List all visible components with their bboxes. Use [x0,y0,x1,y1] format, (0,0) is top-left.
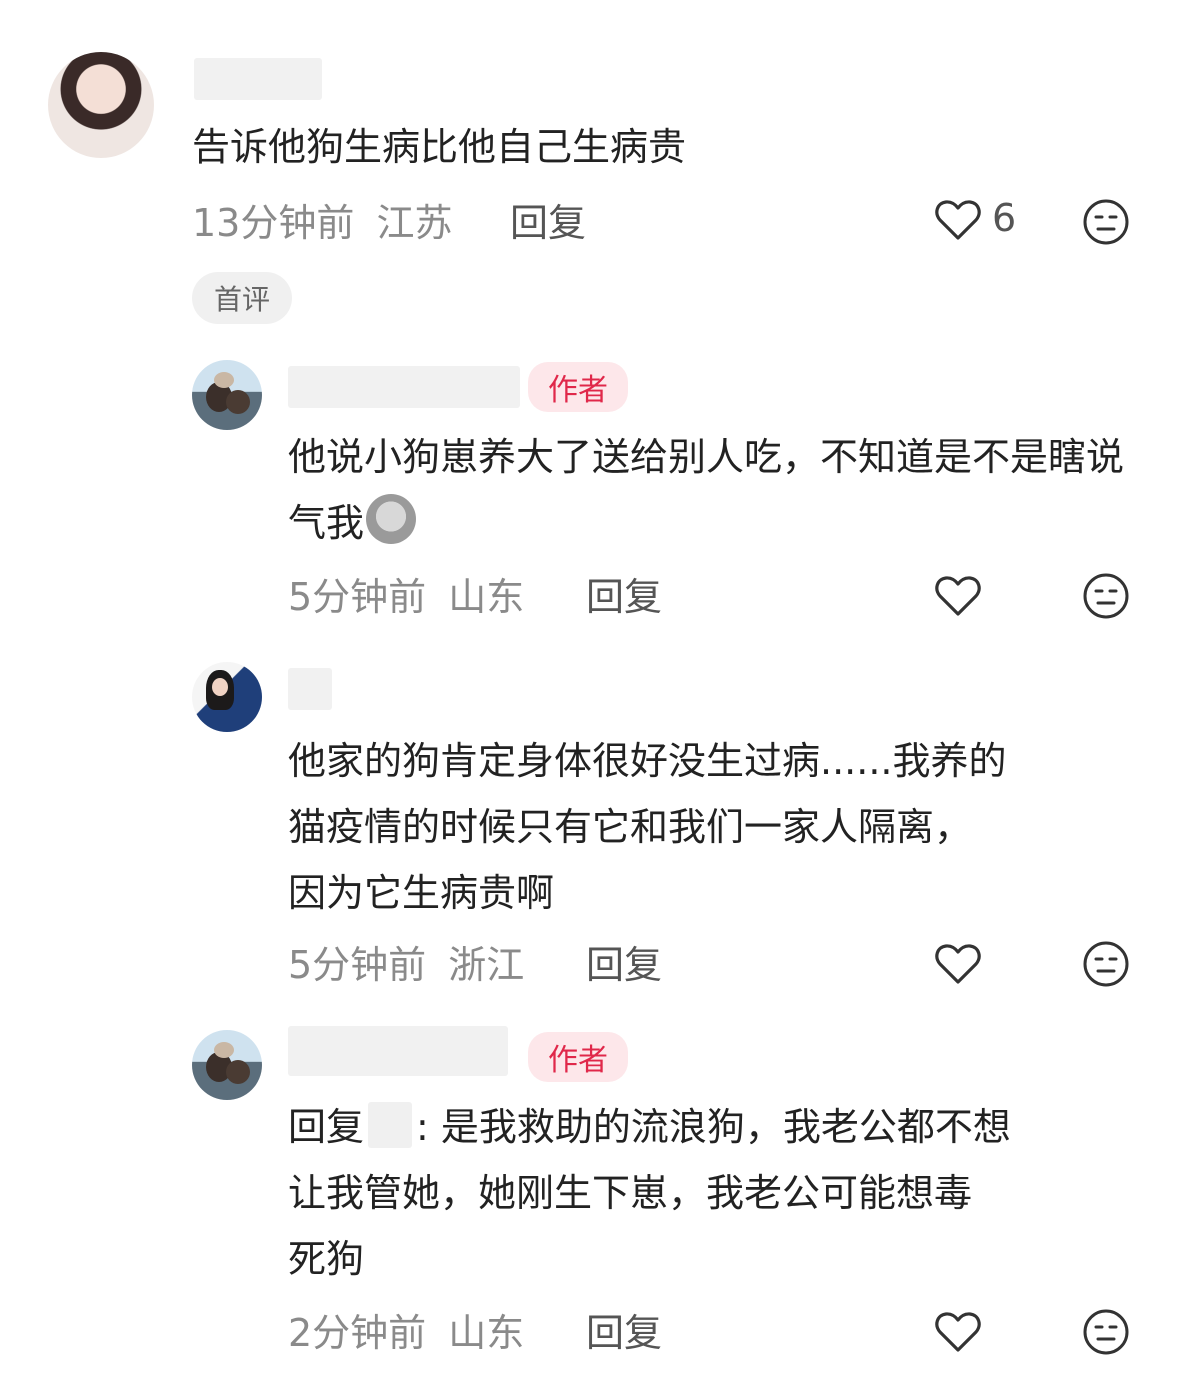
heart-outline-icon[interactable] [934,198,982,242]
comment-meta: 13分钟前 江苏 [192,192,452,247]
username-redacted [288,366,520,408]
comment-line: 回复 : 是我救助的流浪狗，我老公都不想 [288,1094,1168,1160]
comment-time: 13分钟前 [192,201,355,245]
neutral-face-icon[interactable] [1082,940,1130,988]
neutral-face-icon[interactable] [1082,1308,1130,1356]
reply-prefix: 回复 [288,1105,365,1149]
comment-text: 他家的狗肯定身体很好没生过病......我养的 猫疫情的时候只有它和我们一家人隔… [288,728,1168,926]
comment-line: 猫疫情的时候只有它和我们一家人隔离， [288,805,973,849]
avatar[interactable] [192,1030,262,1100]
comment-line: 他家的狗肯定身体很好没生过病......我养的 [288,739,1007,783]
mention-redacted[interactable] [368,1102,413,1148]
avatar[interactable] [48,52,154,158]
comment-meta: 2分钟前 山东 [288,1302,524,1357]
reply-button[interactable]: 回复 [510,192,586,247]
heart-outline-icon[interactable] [934,574,982,618]
comment-text-body: : 是我救助的流浪狗，我老公都不想 [416,1105,1011,1149]
comment-location: 江苏 [376,201,453,245]
comment-time: 5分钟前 [288,575,427,619]
neutral-face-icon[interactable] [1082,198,1130,246]
reply-button[interactable]: 回复 [586,1302,662,1357]
comment-text: 告诉他狗生病比他自己生病贵 [192,125,687,169]
comment-location: 山东 [448,1311,525,1355]
comment-text: 回复 : 是我救助的流浪狗，我老公都不想 让我管她，她刚生下崽，我老公可能想毒 死… [288,1094,1168,1292]
heart-outline-icon[interactable] [934,942,982,986]
like-count: 6 [992,196,1017,240]
reply-button[interactable]: 回复 [586,566,662,621]
comment-location: 山东 [448,575,525,619]
comment-meta: 5分钟前 山东 [288,566,524,621]
comment-time: 5分钟前 [288,943,427,987]
username-redacted [194,58,322,100]
comment-line: 因为它生病贵啊 [288,871,555,915]
avatar[interactable] [192,360,262,430]
dumpling-emoji-icon [366,494,417,544]
username-redacted [288,668,332,710]
comment-line: 让我管她，她刚生下崽，我老公可能想毒 [288,1171,973,1215]
author-badge: 作者 [528,362,628,412]
neutral-face-icon[interactable] [1082,572,1130,620]
comment-text: 他说小狗崽养大了送给别人吃，不知道是不是瞎说气我 [288,424,1128,556]
reply-button[interactable]: 回复 [586,934,662,989]
author-badge: 作者 [528,1032,628,1082]
first-comment-tag: 首评 [192,272,292,324]
comment-meta: 5分钟前 浙江 [288,934,524,989]
comment-location: 浙江 [448,943,525,987]
avatar[interactable] [192,662,262,732]
username-redacted [288,1026,508,1076]
heart-outline-icon[interactable] [934,1310,982,1354]
comment-time: 2分钟前 [288,1311,427,1355]
comment-line: 死狗 [288,1237,365,1281]
